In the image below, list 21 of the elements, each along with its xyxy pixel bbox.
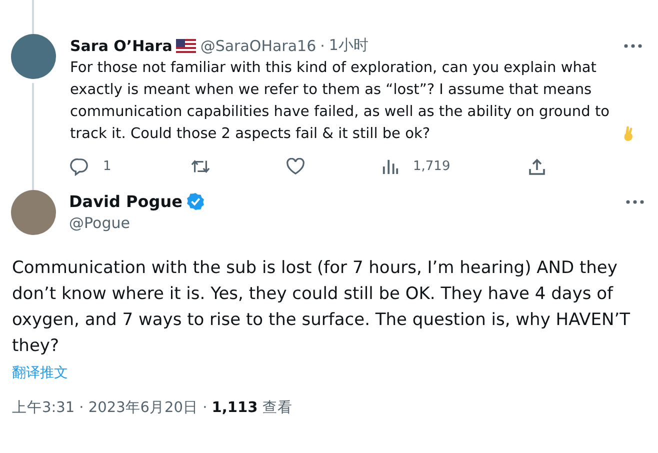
avatar-placeholder[interactable]: [11, 190, 56, 235]
author-handle[interactable]: @SaraOHara16: [200, 36, 316, 54]
reply-icon[interactable]: [70, 157, 89, 176]
separator: ·: [320, 36, 325, 54]
more-icon[interactable]: [624, 44, 642, 48]
share-icon[interactable]: [528, 158, 546, 176]
action-count: 1: [103, 159, 112, 174]
reply-text: For those not familiar with this kind of exploration, can you explain what exactly is meant when we refer to them as “lost”? I assume that means communication capabilities have failed, as well as the ability on ground to track it. Could those 2 aspects fail & it still be ok?: [70, 59, 610, 144]
retweet-icon[interactable]: [190, 157, 211, 176]
heart-icon[interactable]: [286, 158, 305, 175]
action-count: 1,719: [413, 159, 450, 174]
more-icon[interactable]: [626, 200, 644, 204]
author-name[interactable]: David Pogue: [69, 192, 182, 211]
author-handle[interactable]: @Pogue: [69, 214, 206, 232]
author-name[interactable]: Sara O’Hara: [70, 36, 172, 54]
bar-chart-icon[interactable]: [382, 158, 399, 175]
avatar-placeholder[interactable]: [10, 34, 56, 79]
tweet-text: Communication with the sub is lost (for 7 hours, I’m hearing) AND they don’t know where it is. Yes, they could still be OK. They have 4 days of oxygen, and 7 ways to rise to the surface. The question is, why HAVEN’T they?: [12, 257, 631, 358]
post-time[interactable]: 1小时: [328, 36, 368, 55]
flag-icon: [176, 38, 196, 52]
tweet-timestamp: 上午3:31 · 2023年6月20日 · 1,113 查看: [12, 399, 294, 417]
